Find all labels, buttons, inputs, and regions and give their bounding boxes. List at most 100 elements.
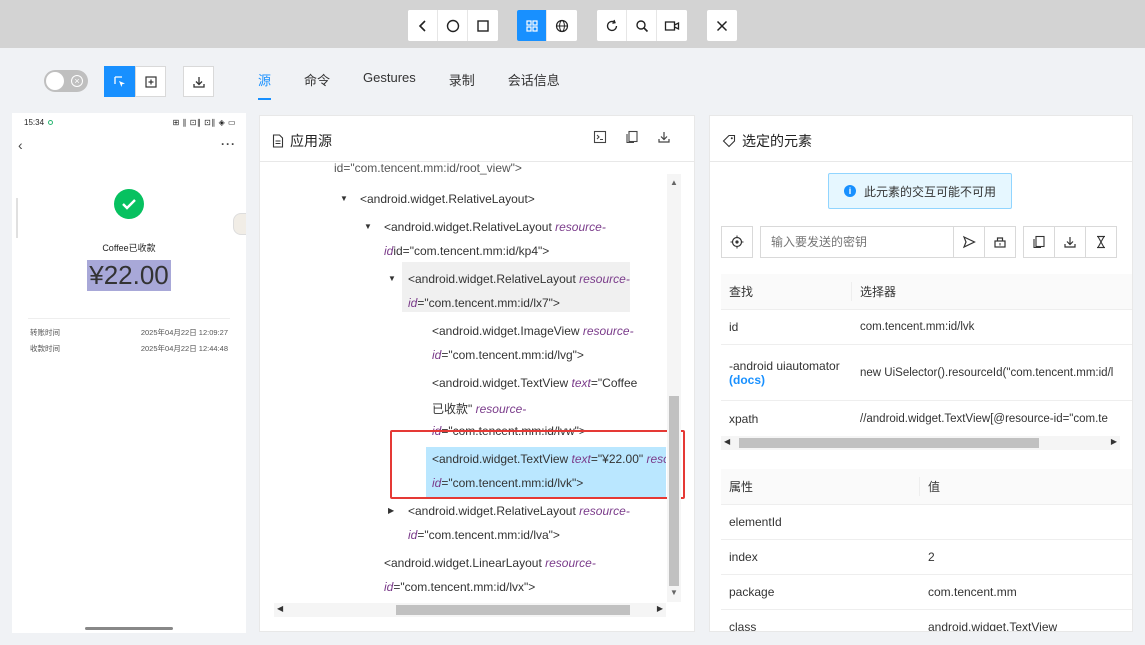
row-value: 2025年04月22日 12:09:27 — [140, 328, 228, 337]
select-element-button[interactable] — [104, 66, 135, 97]
native-mode-button[interactable] — [517, 10, 547, 41]
attribute-row-elementid: elementId — [721, 505, 1132, 540]
copy-icon — [1033, 235, 1045, 249]
collapsed-arrow-icon[interactable]: ▶ — [388, 506, 394, 515]
scroll-right-icon[interactable]: ▶ — [1111, 437, 1117, 446]
copy-attributes-button[interactable] — [1023, 226, 1055, 258]
selector-row-xpath[interactable]: xpath //android.widget.TextView[@resourc… — [721, 401, 1132, 436]
search-button[interactable] — [627, 10, 657, 41]
tree-node-imageview-id[interactable]: id="com.tencent.mm:id/lvg"> — [432, 348, 584, 362]
search-icon — [635, 19, 648, 32]
scroll-up-icon[interactable]: ▲ — [670, 178, 678, 187]
scroll-left-icon[interactable]: ◀ — [724, 437, 730, 446]
timing-button[interactable] — [1085, 226, 1117, 258]
app-switch-button[interactable] — [468, 10, 498, 41]
web-mode-button[interactable] — [547, 10, 577, 41]
tree-node-lva-id[interactable]: id="com.tencent.mm:id/lva"> — [408, 528, 560, 542]
attr-key: class — [729, 620, 757, 632]
scroll-right-icon[interactable]: ▶ — [657, 604, 663, 613]
tab-gestures[interactable]: Gestures — [363, 70, 416, 98]
action-group — [597, 10, 687, 41]
tab-session-info[interactable]: 会话信息 — [508, 70, 560, 98]
selector-value[interactable]: new UiSelector().resourceId("com.tencent… — [852, 345, 1132, 400]
tap-coordinates-button[interactable] — [135, 66, 166, 97]
selector-table-header: 查找 选择器 — [721, 274, 1132, 310]
tree-node-textview-coffee-2[interactable]: 已收款" resource- — [432, 400, 526, 417]
selector-row-uiautomator[interactable]: -android uiautomator (docs) new UiSelect… — [721, 345, 1132, 401]
home-button[interactable] — [438, 10, 468, 41]
attribute-table: 属性 值 elementId index 2 package com.tence… — [721, 469, 1132, 632]
phone-back-icon[interactable]: ‹ — [18, 137, 23, 153]
tab-recorder[interactable]: 录制 — [449, 70, 475, 98]
attribute-row-package: package com.tencent.mm — [721, 575, 1132, 610]
tab-commands[interactable]: 命令 — [304, 70, 330, 98]
status-dot-icon — [48, 120, 54, 126]
back-button[interactable] — [408, 10, 438, 41]
refresh-button[interactable] — [597, 10, 627, 41]
tap-target-icon — [144, 75, 157, 88]
transfer-time-row: 转账时间 2025年04月22日 12:09:27 — [30, 327, 228, 338]
screenshot-toggle[interactable]: × — [44, 70, 88, 92]
tree-node-relativelayout-1[interactable]: <android.widget.RelativeLayout> — [360, 192, 535, 206]
send-icon — [962, 235, 976, 249]
phone-edge-bar — [16, 198, 18, 238]
scroll-thumb[interactable] — [739, 438, 1039, 448]
copy-icon[interactable] — [616, 130, 648, 144]
selector-row-id[interactable]: id com.tencent.mm:id/lvk — [721, 310, 1132, 345]
record-icon — [664, 20, 680, 31]
expand-arrow-icon[interactable]: ▼ — [364, 222, 372, 231]
phone-more-icon[interactable]: ··· — [221, 137, 236, 151]
send-keys-button[interactable] — [953, 226, 985, 258]
tree-node-textview-coffee[interactable]: <android.widget.TextView text="Coffee — [432, 376, 637, 390]
app-switch-icon — [477, 19, 489, 32]
locate-button[interactable] — [721, 226, 753, 258]
record-button[interactable] — [657, 10, 687, 41]
source-horizontal-scrollbar[interactable]: ◀ ▶ — [274, 603, 666, 617]
crosshair-icon — [730, 235, 744, 249]
tree-node-lx7-id[interactable]: id="com.tencent.mm:id/lx7"> — [408, 296, 560, 310]
tree-node-lx7[interactable]: <android.widget.RelativeLayout resource- — [408, 272, 630, 286]
download-icon — [1064, 237, 1076, 248]
expand-arrow-icon[interactable]: ▼ — [340, 194, 348, 203]
download-screenshot-button[interactable] — [183, 66, 214, 97]
attribute-row-index: index 2 — [721, 540, 1132, 575]
row-value: 2025年04月22日 12:44:48 — [140, 344, 228, 353]
docs-link[interactable]: (docs) — [729, 373, 765, 387]
tree-node-kp4-id[interactable]: id="com.tencent.mm:id/lx7">id="com.tence… — [384, 244, 549, 258]
tree-node-imageview[interactable]: <android.widget.ImageView resource- — [432, 324, 634, 338]
native-mode-icon — [525, 19, 538, 32]
close-session-button[interactable] — [707, 10, 737, 41]
tree-node-kp4[interactable]: <android.widget.RelativeLayout resource- — [384, 220, 606, 234]
clear-button[interactable] — [984, 226, 1016, 258]
source-vertical-scrollbar[interactable]: ▲ ▼ — [667, 174, 681, 602]
download-source-icon[interactable] — [648, 130, 680, 144]
device-screenshot[interactable]: 15:34 ⊞ ∥ ⊡∥ ⊡∥ ◈ ▭ ‹ ··· Coffee已收款 ¥22.… — [12, 113, 246, 633]
selector-horizontal-scrollbar[interactable]: ◀ ▶ — [721, 436, 1120, 450]
download-element-button[interactable] — [1054, 226, 1086, 258]
selector-value[interactable]: com.tencent.mm:id/lvk — [852, 310, 1132, 344]
phone-side-icon[interactable] — [233, 213, 246, 235]
expand-arrow-icon[interactable]: ▼ — [388, 274, 396, 283]
tab-source[interactable]: 源 — [258, 70, 272, 100]
payment-amount[interactable]: ¥22.00 — [87, 260, 171, 291]
tree-node-linearlayout[interactable]: <android.widget.LinearLayout resource- — [384, 556, 596, 570]
payment-title: Coffee已收款 — [102, 243, 156, 253]
selected-header: 选定的元素 — [710, 116, 1132, 162]
attribute-table-header: 属性 值 — [721, 469, 1132, 505]
scroll-thumb[interactable] — [669, 396, 679, 586]
tree-node-linearlayout-id[interactable]: id="com.tencent.mm:id/lvx"> — [384, 580, 535, 594]
source-tree: id="com.tencent.mm:id/root_view"> ▼ <and… — [260, 163, 666, 603]
selector-value[interactable]: //android.widget.TextView[@resource-id="… — [852, 401, 1132, 436]
device-nav-group — [408, 10, 498, 41]
scroll-left-icon[interactable]: ◀ — [277, 604, 283, 613]
scroll-down-icon[interactable]: ▼ — [670, 588, 678, 597]
scroll-thumb[interactable] — [396, 605, 630, 615]
hourglass-icon — [1097, 235, 1105, 249]
info-icon: i — [843, 185, 856, 197]
download-icon — [192, 76, 205, 88]
send-keys-input[interactable] — [760, 226, 954, 258]
tree-node-lva[interactable]: <android.widget.RelativeLayout resource- — [408, 504, 630, 518]
terminal-icon[interactable] — [584, 130, 616, 144]
tree-node-root[interactable]: id="com.tencent.mm:id/root_view"> — [334, 163, 522, 175]
success-check-icon — [114, 189, 144, 219]
